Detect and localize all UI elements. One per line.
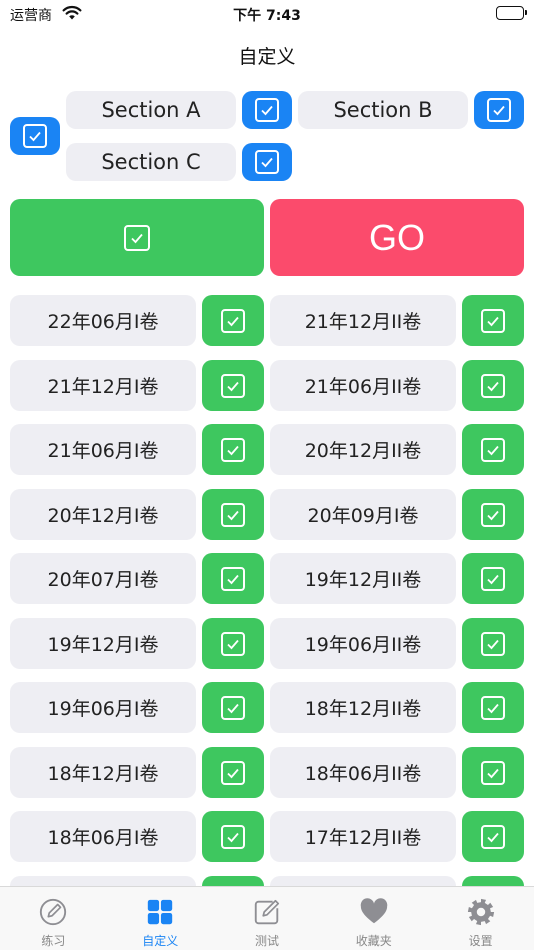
checkmark-icon bbox=[221, 824, 245, 849]
exam-item-label[interactable]: 21年06月I卷 bbox=[10, 424, 196, 475]
tab-label: 测试 bbox=[254, 934, 279, 948]
checkmark-icon bbox=[221, 760, 245, 785]
checkmark-icon bbox=[481, 373, 505, 398]
checkmark-icon bbox=[481, 760, 505, 785]
exam-item-label[interactable]: 19年12月II卷 bbox=[270, 553, 456, 604]
exam-item-checkbox[interactable] bbox=[462, 618, 524, 669]
heart-icon bbox=[358, 896, 390, 928]
checkmark-icon bbox=[221, 631, 245, 656]
grid-icon bbox=[144, 896, 176, 928]
checkmark-icon bbox=[481, 566, 505, 591]
checkmark-icon bbox=[481, 437, 505, 462]
exam-item-label[interactable]: 18年06月I卷 bbox=[10, 811, 196, 862]
exam-item-label[interactable]: 18年06月II卷 bbox=[270, 747, 456, 798]
exam-item-checkbox[interactable] bbox=[202, 489, 264, 540]
checkmark-icon bbox=[221, 437, 245, 462]
exam-item-checkbox[interactable] bbox=[202, 876, 264, 886]
exam-item-label[interactable] bbox=[10, 876, 196, 886]
exam-item-checkbox[interactable] bbox=[462, 360, 524, 411]
checkmark-icon bbox=[221, 695, 245, 720]
checkmark-icon bbox=[221, 502, 245, 527]
tab-label: 收藏夹 bbox=[355, 934, 392, 948]
exam-item-checkbox[interactable] bbox=[202, 295, 264, 346]
tab-label: 练习 bbox=[41, 934, 66, 948]
exam-item-checkbox[interactable] bbox=[462, 876, 524, 886]
gear-icon bbox=[465, 896, 497, 928]
exam-item-checkbox[interactable] bbox=[462, 682, 524, 733]
exam-item-checkbox[interactable] bbox=[202, 553, 264, 604]
exam-item-checkbox[interactable] bbox=[202, 747, 264, 798]
exam-item-checkbox[interactable] bbox=[462, 553, 524, 604]
exam-item-checkbox[interactable] bbox=[202, 360, 264, 411]
exam-item-checkbox[interactable] bbox=[462, 424, 524, 475]
exam-item-checkbox[interactable] bbox=[202, 811, 264, 862]
tab-custom[interactable]: 自定义 bbox=[107, 887, 214, 950]
exam-item-label[interactable]: 17年12月II卷 bbox=[270, 811, 456, 862]
exam-item-checkbox[interactable] bbox=[462, 295, 524, 346]
exam-item-checkbox[interactable] bbox=[462, 489, 524, 540]
exam-item-checkbox[interactable] bbox=[202, 618, 264, 669]
exam-list: 22年06月I卷 21年12月II卷 21年12月I卷 21年06月II卷 21年06月… bbox=[0, 0, 534, 886]
checkmark-icon bbox=[481, 502, 505, 527]
exam-item-label[interactable]: 18年12月II卷 bbox=[270, 682, 456, 733]
exam-item-label[interactable]: 21年06月II卷 bbox=[270, 360, 456, 411]
exam-item-label[interactable]: 22年06月I卷 bbox=[10, 295, 196, 346]
exam-item-label[interactable]: 19年06月II卷 bbox=[270, 618, 456, 669]
pencil-circle-icon bbox=[37, 896, 69, 928]
checkmark-icon bbox=[221, 308, 245, 333]
tab-favorites[interactable]: 收藏夹 bbox=[320, 887, 427, 950]
exam-item-label[interactable] bbox=[270, 876, 456, 886]
checkmark-icon bbox=[481, 308, 505, 333]
exam-item-checkbox[interactable] bbox=[202, 424, 264, 475]
exam-item-checkbox[interactable] bbox=[462, 747, 524, 798]
exam-item-label[interactable]: 18年12月I卷 bbox=[10, 747, 196, 798]
exam-item-checkbox[interactable] bbox=[462, 811, 524, 862]
checkmark-icon bbox=[221, 373, 245, 398]
exam-item-label[interactable]: 20年09月I卷 bbox=[270, 489, 456, 540]
exam-item-label[interactable]: 20年12月I卷 bbox=[10, 489, 196, 540]
exam-item-label[interactable]: 21年12月II卷 bbox=[270, 295, 456, 346]
exam-item-label[interactable]: 21年12月I卷 bbox=[10, 360, 196, 411]
tab-practice[interactable]: 练习 bbox=[0, 887, 107, 950]
exam-item-checkbox[interactable] bbox=[202, 682, 264, 733]
checkmark-icon bbox=[481, 824, 505, 849]
checkmark-icon bbox=[221, 566, 245, 591]
tab-label: 自定义 bbox=[142, 934, 179, 948]
exam-item-label[interactable]: 20年07月I卷 bbox=[10, 553, 196, 604]
checkmark-icon bbox=[481, 695, 505, 720]
edit-square-icon bbox=[251, 896, 283, 928]
tab-test[interactable]: 测试 bbox=[214, 887, 321, 950]
exam-item-label[interactable]: 19年12月I卷 bbox=[10, 618, 196, 669]
checkmark-icon bbox=[481, 631, 505, 656]
exam-item-label[interactable]: 20年12月II卷 bbox=[270, 424, 456, 475]
tab-bar: 练习 自定义 测试 收藏夹 设置 bbox=[0, 886, 534, 950]
exam-item-label[interactable]: 19年06月I卷 bbox=[10, 682, 196, 733]
tab-settings[interactable]: 设置 bbox=[427, 887, 534, 950]
tab-label: 设置 bbox=[468, 934, 493, 948]
